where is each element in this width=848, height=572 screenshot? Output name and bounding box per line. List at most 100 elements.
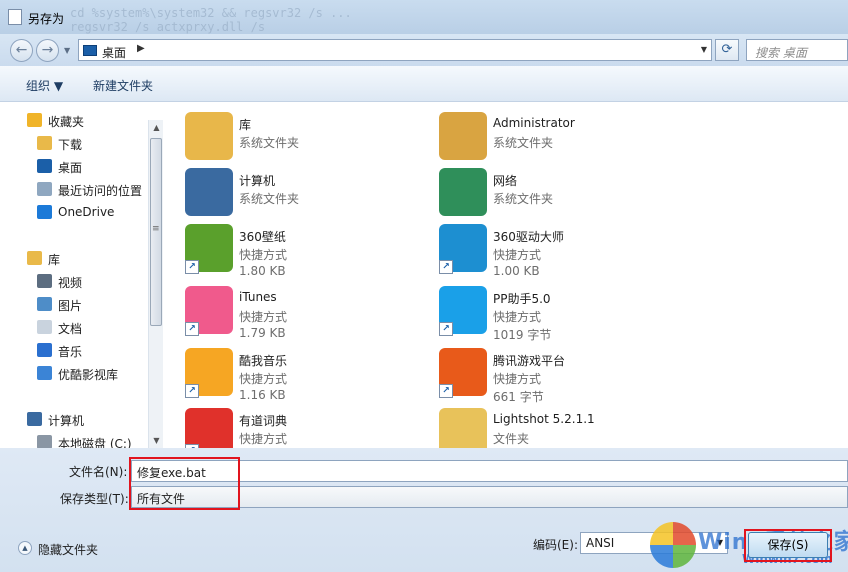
background-text-line-2: regsvr32 /s actxprxy.dll /s xyxy=(70,20,266,34)
file-type: 文件夹 xyxy=(493,432,530,446)
sidebar-item[interactable]: 视频 xyxy=(0,271,148,293)
file-item[interactable]: Lightshot 5.2.1.1 文件夹 xyxy=(439,408,739,448)
scroll-up-icon[interactable]: ▲ xyxy=(149,120,164,135)
sidebar-item[interactable]: 图片 xyxy=(0,294,148,316)
onedrive-icon xyxy=(37,205,52,219)
computer-icon xyxy=(185,168,233,216)
file-size: 1.80 KB xyxy=(239,264,286,278)
file-size: 1019 字节 xyxy=(493,328,552,342)
filetype-label: 保存类型(T): xyxy=(60,492,129,506)
sidebar-item-label: 桌面 xyxy=(58,161,83,175)
shortcut-arrow-icon: ↗ xyxy=(185,260,199,274)
sidebar-item[interactable]: 文档 xyxy=(0,317,148,339)
background-text-line-1: cd %system%\system32 && regsvr32 /s ... xyxy=(70,6,352,20)
file-name: 有道词典 xyxy=(239,414,288,428)
encoding-value[interactable]: ANSI xyxy=(586,536,614,550)
library-icon xyxy=(27,251,42,265)
hide-folders-label[interactable]: 隐藏文件夹 xyxy=(38,541,98,558)
download-folder-icon xyxy=(37,136,52,150)
windows-logo-icon xyxy=(650,522,696,568)
folder-icon xyxy=(439,408,487,448)
file-size: 1.00 KB xyxy=(493,264,540,278)
file-type: 系统文件夹 xyxy=(493,192,554,206)
sidebar-item-label: 最近访问的位置 xyxy=(58,184,143,198)
sidebar-item-label: 收藏夹 xyxy=(48,115,85,129)
save-options-panel: 文件名(N): 修复exe.bat 保存类型(T): 所有文件 ▲ 隐藏文件夹 … xyxy=(0,448,848,572)
search-input[interactable]: 搜索 桌面 xyxy=(746,39,848,61)
sidebar-item[interactable]: 库 xyxy=(0,248,148,270)
sidebar-item[interactable]: 优酷影视库 xyxy=(0,363,148,385)
file-name: 库 xyxy=(239,118,252,132)
address-bar[interactable]: 桌面 ▶ ▼ xyxy=(78,39,712,61)
organize-button[interactable]: 组织 ▼ xyxy=(26,77,63,94)
file-size: 1.16 KB xyxy=(239,388,286,402)
file-type: 快捷方式 xyxy=(493,248,542,262)
user-folder-icon xyxy=(439,112,487,160)
youdao-dict-icon xyxy=(185,408,233,448)
sidebar-item-label: 音乐 xyxy=(58,345,83,359)
navigation-scrollbar[interactable]: ▲ ≡ ▼ xyxy=(148,120,163,448)
file-item[interactable]: Administrator 系统文件夹 xyxy=(439,112,739,170)
scroll-down-icon[interactable]: ▼ xyxy=(149,433,164,448)
sidebar-item-label: OneDrive xyxy=(58,205,115,219)
sidebar-item[interactable]: 最近访问的位置 xyxy=(0,179,148,201)
content-area: 收藏夹 下载 桌面 最近访问的位置 OneDrive 库视频 图片 文档 音乐 优酷影视库 计算机本… xyxy=(0,102,848,451)
file-item[interactable]: ↗ 腾讯游戏平台 快捷方式 661 字节 xyxy=(439,348,739,406)
refresh-button[interactable]: ⟳ xyxy=(715,39,739,61)
search-placeholder: 搜索 桌面 xyxy=(755,46,807,60)
scrollbar-grip-icon: ≡ xyxy=(152,224,160,234)
file-name: Administrator xyxy=(493,116,575,130)
file-name: 计算机 xyxy=(239,174,276,188)
shortcut-arrow-icon: ↗ xyxy=(185,322,199,336)
video-icon xyxy=(37,274,52,288)
address-dropdown-icon[interactable]: ▼ xyxy=(701,45,707,54)
file-type: 系统文件夹 xyxy=(239,192,300,206)
sidebar-item[interactable]: 下载 xyxy=(0,133,148,155)
file-name: 腾讯游戏平台 xyxy=(493,354,566,368)
file-item[interactable]: ↗ 360驱动大师 快捷方式 1.00 KB xyxy=(439,224,739,282)
desktop-icon xyxy=(37,159,52,173)
file-name: Lightshot 5.2.1.1 xyxy=(493,412,595,426)
forward-button[interactable]: → xyxy=(36,39,59,62)
file-name: iTunes xyxy=(239,290,277,304)
shortcut-arrow-icon: ↗ xyxy=(185,384,199,398)
sidebar-item-label: 视频 xyxy=(58,276,83,290)
recent-pages-dropdown-icon[interactable]: ▼ xyxy=(64,46,70,55)
navigation-pane: 收藏夹 下载 桌面 最近访问的位置 OneDrive 库视频 图片 文档 音乐 优酷影视库 计算机本… xyxy=(0,102,163,451)
computer-icon xyxy=(27,412,42,426)
sidebar-item-label: 优酷影视库 xyxy=(58,368,119,382)
address-location[interactable]: 桌面 xyxy=(102,44,126,61)
collapse-up-icon[interactable]: ▲ xyxy=(18,541,32,555)
shortcut-arrow-icon: ↗ xyxy=(439,260,453,274)
save-highlight-box xyxy=(744,529,832,562)
pictures-icon xyxy=(37,297,52,311)
file-type: 快捷方式 xyxy=(239,432,288,446)
sidebar-item-label: 文档 xyxy=(58,322,83,336)
back-button[interactable]: ← xyxy=(10,39,33,62)
shortcut-arrow-icon: ↗ xyxy=(439,384,453,398)
sidebar-item[interactable]: OneDrive xyxy=(0,202,148,224)
sidebar-item[interactable]: 计算机 xyxy=(0,409,148,431)
notepad-icon xyxy=(8,9,22,25)
sidebar-item[interactable]: 音乐 xyxy=(0,340,148,362)
shortcut-arrow-icon: ↗ xyxy=(439,322,453,336)
new-folder-button[interactable]: 新建文件夹 xyxy=(93,77,153,94)
sidebar-item[interactable]: 桌面 xyxy=(0,156,148,178)
sidebar-item-label: 计算机 xyxy=(48,414,85,428)
encoding-label: 编码(E): xyxy=(533,538,578,552)
file-type: 快捷方式 xyxy=(493,310,542,324)
file-name: PP助手5.0 xyxy=(493,292,551,306)
file-item[interactable]: ↗ PP助手5.0 快捷方式 1019 字节 xyxy=(439,286,739,344)
file-type: 快捷方式 xyxy=(493,372,542,386)
file-item[interactable]: 网络 系统文件夹 xyxy=(439,168,739,226)
file-name: 360驱动大师 xyxy=(493,230,564,244)
file-type: 快捷方式 xyxy=(239,248,288,262)
file-type: 系统文件夹 xyxy=(239,136,300,150)
file-list: 库系统文件夹 Administrator 系统文件夹 计算机 系统文件夹 网络 系统文件夹 ↗… xyxy=(163,102,848,448)
youku-icon xyxy=(37,366,52,380)
star-icon xyxy=(27,113,42,127)
breadcrumb-arrow-icon[interactable]: ▶ xyxy=(137,43,145,54)
sidebar-item[interactable]: 收藏夹 xyxy=(0,110,148,132)
command-toolbar: 组织 ▼ 新建文件夹 xyxy=(0,66,848,102)
network-globe-icon xyxy=(439,168,487,216)
